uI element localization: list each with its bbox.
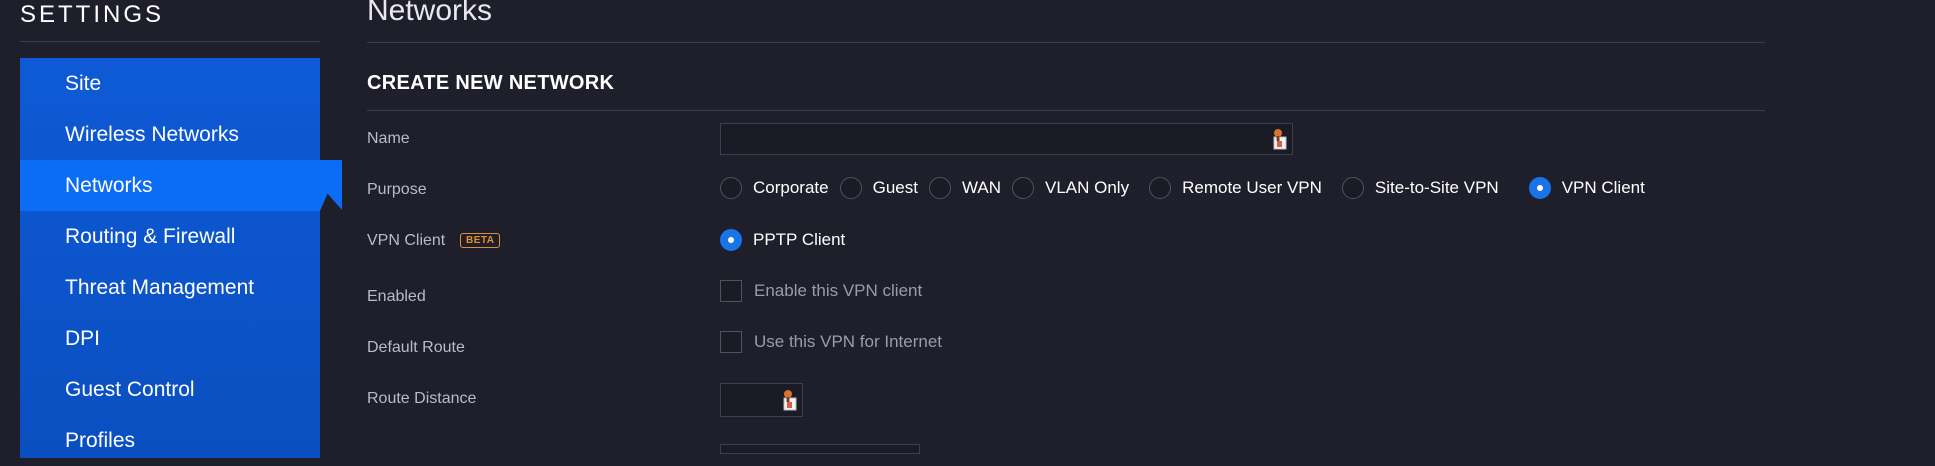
- sidebar-item-label: DPI: [65, 326, 101, 350]
- default-route-label: Default Route: [367, 339, 465, 356]
- sidebar-item-label: Wireless Networks: [65, 122, 239, 146]
- purpose-option-wan[interactable]: WAN: [928, 177, 1001, 199]
- enable-vpn-client-checkbox[interactable]: [720, 280, 742, 302]
- sidebar-item-profiles[interactable]: Profiles: [20, 415, 320, 466]
- sidebar-item-label: Routing & Firewall: [65, 224, 236, 248]
- purpose-radio-group: Corporate Guest WAN VLAN Only Remote Use…: [720, 177, 1656, 199]
- sidebar-item-guest-control[interactable]: Guest Control: [20, 364, 320, 415]
- section-title: CREATE NEW NETWORK: [367, 72, 615, 94]
- purpose-option-vpn-client[interactable]: VPN Client: [1528, 177, 1645, 199]
- checkbox-label: Use this VPN for Internet: [754, 332, 943, 351]
- purpose-option-vlan-only[interactable]: VLAN Only: [1012, 177, 1129, 199]
- beta-badge: BETA: [460, 233, 501, 248]
- sidebar-item-wireless-networks[interactable]: Wireless Networks: [20, 109, 320, 160]
- password-manager-icon[interactable]: [778, 388, 798, 412]
- radio-wan[interactable]: [928, 177, 951, 199]
- radio-label: Corporate: [753, 178, 829, 197]
- radio-label: PPTP Client: [753, 230, 846, 249]
- page-title: Networks: [367, 0, 493, 27]
- sidebar-item-label: Profiles: [65, 428, 136, 452]
- purpose-option-site-to-site-vpn[interactable]: Site-to-Site VPN: [1341, 177, 1499, 199]
- radio-remote-user-vpn[interactable]: [1149, 177, 1172, 199]
- radio-label: Remote User VPN: [1182, 178, 1322, 197]
- default-route-checkbox[interactable]: [720, 331, 742, 353]
- radio-vlan-only[interactable]: [1012, 177, 1034, 199]
- section-divider: [367, 110, 1765, 111]
- purpose-option-remote-user-vpn[interactable]: Remote User VPN: [1149, 177, 1322, 199]
- enable-vpn-client-option[interactable]: Enable this VPN client: [720, 280, 922, 302]
- sidebar-item-label: Threat Management: [65, 275, 255, 299]
- radio-label: Site-to-Site VPN: [1374, 178, 1499, 197]
- default-route-option[interactable]: Use this VPN for Internet: [720, 331, 942, 353]
- radio-pptp-client[interactable]: [720, 229, 742, 251]
- sidebar-divider: [20, 41, 320, 42]
- password-manager-icon[interactable]: [1268, 127, 1288, 151]
- sidebar-item-threat-management[interactable]: Threat Management: [20, 262, 320, 313]
- sidebar-item-dpi[interactable]: DPI: [20, 313, 320, 364]
- sidebar-item-routing-firewall[interactable]: Routing & Firewall: [20, 211, 320, 262]
- route-distance-label: Route Distance: [367, 390, 477, 407]
- radio-vpn-client[interactable]: [1528, 177, 1551, 199]
- radio-site-to-site-vpn[interactable]: [1341, 177, 1364, 199]
- purpose-option-corporate[interactable]: Corporate: [720, 177, 829, 199]
- sidebar-item-label: Networks: [65, 173, 153, 197]
- next-field-input[interactable]: [720, 444, 920, 454]
- vpn-client-label: VPN Client: [367, 232, 446, 249]
- name-label: Name: [367, 130, 410, 147]
- radio-label: VLAN Only: [1045, 178, 1130, 197]
- sidebar-title: SETTINGS: [20, 1, 165, 28]
- header-divider: [367, 42, 1765, 43]
- sidebar-item-label: Guest Control: [65, 377, 195, 401]
- sidebar-item-networks[interactable]: Networks: [20, 160, 320, 211]
- radio-guest[interactable]: [839, 177, 862, 199]
- vpn-client-radio-group: PPTP Client: [720, 229, 856, 251]
- sidebar-item-label: Site: [65, 71, 102, 95]
- radio-label: VPN Client: [1561, 178, 1645, 197]
- purpose-option-guest[interactable]: Guest: [839, 177, 918, 199]
- sidebar: Site Wireless Networks Networks Routing …: [20, 58, 320, 458]
- checkbox-label: Enable this VPN client: [754, 281, 923, 300]
- enabled-label: Enabled: [367, 288, 426, 305]
- purpose-label: Purpose: [367, 181, 427, 198]
- active-item-pointer: [320, 160, 342, 211]
- vpn-option-pptp-client[interactable]: PPTP Client: [720, 229, 845, 251]
- radio-label: WAN: [961, 178, 1001, 197]
- name-input[interactable]: [720, 123, 1293, 155]
- radio-corporate[interactable]: [720, 177, 742, 199]
- route-distance-input[interactable]: [720, 383, 803, 417]
- radio-label: Guest: [872, 178, 918, 197]
- sidebar-item-site[interactable]: Site: [20, 58, 320, 109]
